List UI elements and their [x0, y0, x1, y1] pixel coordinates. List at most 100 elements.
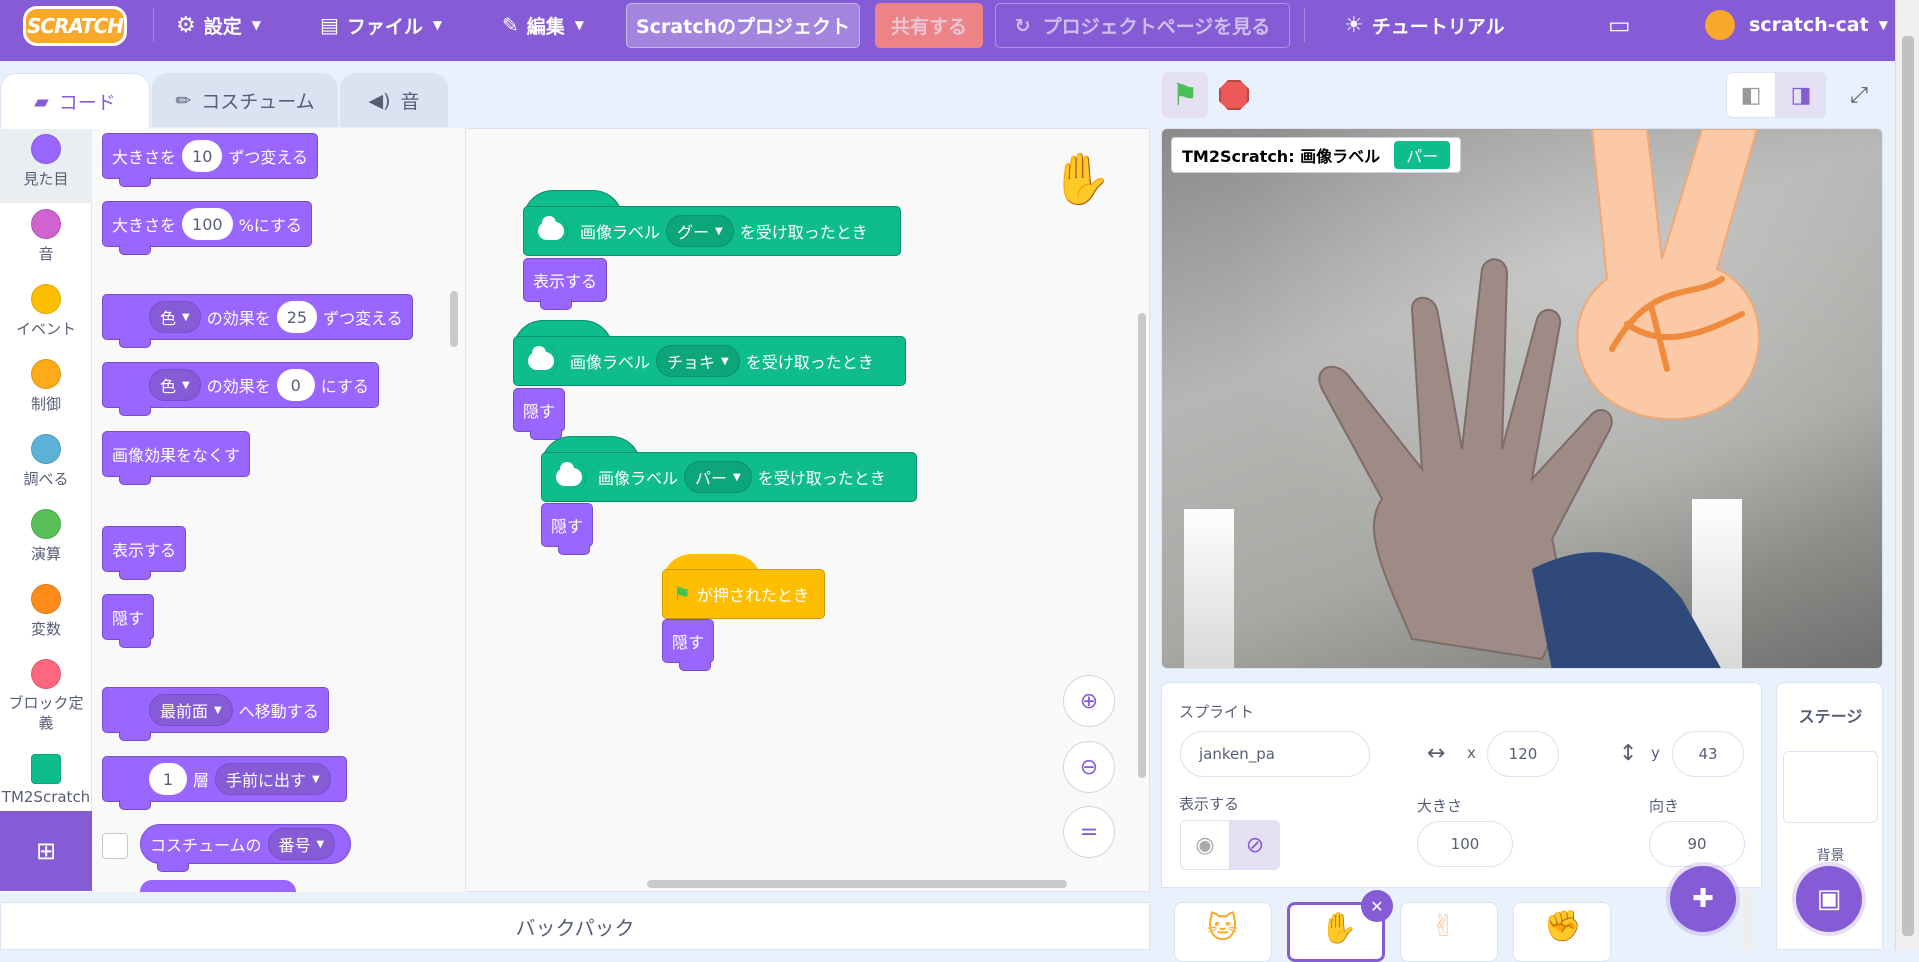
sound-dot-icon [31, 209, 61, 239]
block-change-size[interactable]: 大きさを 10 ずつ変える [102, 133, 318, 187]
label-dropdown[interactable]: グー ▼ [666, 215, 734, 247]
add-extension-button[interactable]: ⊞ [0, 811, 92, 891]
direction-dropdown[interactable]: 手前に出す ▼ [215, 763, 331, 795]
sprite-thumbnail-choki[interactable]: ✌ [1400, 902, 1498, 962]
sprite-thumbnail-cat[interactable]: 🐱 [1174, 902, 1272, 962]
category-label: イベント [15, 320, 76, 338]
sprite-name-input[interactable]: janken_pa [1180, 731, 1370, 777]
hide-sprite-button[interactable]: ⊘ [1230, 820, 1280, 870]
sprite-list-scrollbar[interactable] [1742, 890, 1754, 950]
tutorials-button[interactable]: ☀ チュートリアル [1344, 0, 1505, 50]
large-stage-button[interactable]: ◨ [1776, 72, 1826, 118]
zoom-out-button[interactable]: ⊖ [1063, 741, 1115, 793]
category-my-blocks[interactable]: ブロック定義 [0, 653, 92, 748]
workspace-horizontal-scrollbar[interactable] [647, 880, 1067, 888]
block-change-effect[interactable]: 色 ▼ の効果を 25 ずつ変える [102, 294, 413, 348]
stop-button[interactable] [1219, 80, 1249, 110]
scratch-logo[interactable]: SCRATCH [23, 6, 127, 46]
tab-code-label: コード [58, 92, 116, 114]
zoom-in-button[interactable]: ⊕ [1063, 675, 1115, 727]
delete-sprite-button[interactable]: ✕ [1361, 890, 1393, 922]
scrollbar-thumb[interactable] [1902, 36, 1914, 936]
tab-sounds[interactable]: ◀) 音 [340, 73, 448, 127]
block-costume-number[interactable]: コスチュームの 番号 ▼ [140, 824, 352, 872]
hat-block-label-goo[interactable]: 画像ラベル グー ▼ を受け取ったとき [523, 206, 901, 256]
category-variables[interactable]: 変数 [0, 578, 92, 653]
cat-sprite-icon: 🐱 [1207, 911, 1239, 946]
block-text: 表示する [112, 541, 177, 560]
palette-scrollbar[interactable] [450, 291, 458, 347]
tab-costumes[interactable]: ✏ コスチューム [152, 73, 338, 127]
hat-block-label-paa[interactable]: 画像ラベル パー ▼ を受け取ったとき [541, 452, 917, 502]
effect-dropdown[interactable]: 色 ▼ [149, 369, 201, 401]
block-palette[interactable]: 大きさを 10 ずつ変える 大きさを 100 %にする 色 ▼ の効果を 25 ずつ変える 色 ▼… [92, 128, 466, 892]
hat-block-green-flag[interactable]: ⚑ が押されたとき [662, 569, 825, 619]
effect-dropdown[interactable]: 色 ▼ [149, 301, 201, 333]
stage-thumbnail[interactable] [1783, 751, 1878, 823]
block-go-layers[interactable]: 1 層手前に出す ▼ [102, 756, 347, 810]
caret-down-icon: ▼ [1878, 18, 1888, 32]
choose-sprite-button[interactable]: ✚ [1670, 866, 1736, 932]
label-dropdown[interactable]: パー ▼ [684, 461, 752, 493]
green-flag-button[interactable]: ⚑ [1162, 72, 1208, 118]
fullscreen-button[interactable]: ⤢ [1836, 72, 1882, 118]
small-stage-button[interactable]: ◧ [1726, 72, 1776, 118]
settings-menu[interactable]: ⚙ 設定 ▼ [176, 0, 261, 50]
label-dropdown[interactable]: チョキ ▼ [656, 345, 740, 377]
size-input[interactable]: 100 [1417, 821, 1513, 867]
project-title-input[interactable]: Scratchのプロジェクト [626, 3, 860, 48]
block-hide[interactable]: 隠す [541, 503, 594, 555]
x-position-input[interactable]: 120 [1487, 731, 1559, 777]
show-sprite-button[interactable]: ◉ [1180, 820, 1230, 870]
tab-code[interactable]: ▰ コード [0, 73, 150, 129]
block-hide[interactable]: 隠す [662, 619, 715, 671]
costume-dropdown[interactable]: 番号 ▼ [267, 828, 336, 860]
costume-monitor-checkbox[interactable] [102, 833, 128, 859]
block-set-effect[interactable]: 色 ▼ の効果を 0 にする [102, 362, 379, 416]
y-position-input[interactable]: 43 [1672, 731, 1744, 777]
block-number-input[interactable]: 1 [149, 763, 187, 795]
direction-input[interactable]: 90 [1649, 821, 1745, 867]
block-number-input[interactable]: 10 [182, 140, 223, 172]
block-partial[interactable] [140, 880, 296, 892]
category-events[interactable]: イベント [0, 278, 92, 353]
block-number-input[interactable]: 100 [182, 208, 233, 240]
block-show[interactable]: 表示する [102, 526, 187, 580]
block-hide[interactable]: 隠す [102, 594, 155, 648]
category-sensing[interactable]: 調べる [0, 428, 92, 503]
see-project-page-button[interactable]: ↻ プロジェクトページを見る [995, 3, 1290, 48]
browser-scrollbar[interactable] [1895, 0, 1919, 950]
sensing-dot-icon [31, 434, 61, 464]
block-show[interactable]: 表示する [523, 258, 608, 310]
block-text: 画像ラベル [580, 223, 661, 242]
edit-menu[interactable]: ✎ 編集 ▼ [502, 0, 584, 50]
block-number-input[interactable]: 0 [276, 369, 315, 401]
block-text: 大きさを [112, 216, 177, 235]
layer-dropdown[interactable]: 最前面 ▼ [149, 694, 233, 726]
category-looks[interactable]: 見た目 [0, 128, 92, 203]
choose-backdrop-button[interactable]: ▣ [1796, 866, 1862, 932]
account-menu[interactable]: scratch-cat ▼ [1705, 0, 1888, 50]
block-clear-effects[interactable]: 画像効果をなくす [102, 431, 251, 485]
block-hide[interactable]: 隠す [513, 388, 566, 440]
workspace-vertical-scrollbar[interactable] [1138, 313, 1146, 778]
events-dot-icon [31, 284, 61, 314]
category-operators[interactable]: 演算 [0, 503, 92, 578]
sprite-thumbnail-goo[interactable]: ✊ [1513, 902, 1611, 962]
block-number-input[interactable]: 25 [276, 301, 318, 333]
my-stuff-folder-icon[interactable]: ▭ [1608, 0, 1631, 50]
share-button[interactable]: 共有する [875, 3, 983, 48]
block-text: を受け取ったとき [757, 469, 886, 488]
backpack[interactable]: バックパック [0, 902, 1150, 950]
hat-block-label-choki[interactable]: 画像ラベル チョキ ▼ を受け取ったとき [513, 336, 906, 386]
category-control[interactable]: 制御 [0, 353, 92, 428]
file-menu[interactable]: ▤ ファイル ▼ [320, 0, 442, 50]
block-text: 画像ラベル [598, 469, 679, 488]
category-sound[interactable]: 音 [0, 203, 92, 278]
block-go-to-layer[interactable]: 最前面 ▼ へ移動する [102, 687, 329, 741]
zoom-reset-button[interactable]: = [1063, 806, 1115, 858]
dropdown-value: 色 [160, 377, 177, 396]
block-text: コスチュームの [150, 836, 262, 855]
block-set-size[interactable]: 大きさを 100 %にする [102, 201, 312, 255]
stage-canvas[interactable] [1161, 128, 1883, 669]
